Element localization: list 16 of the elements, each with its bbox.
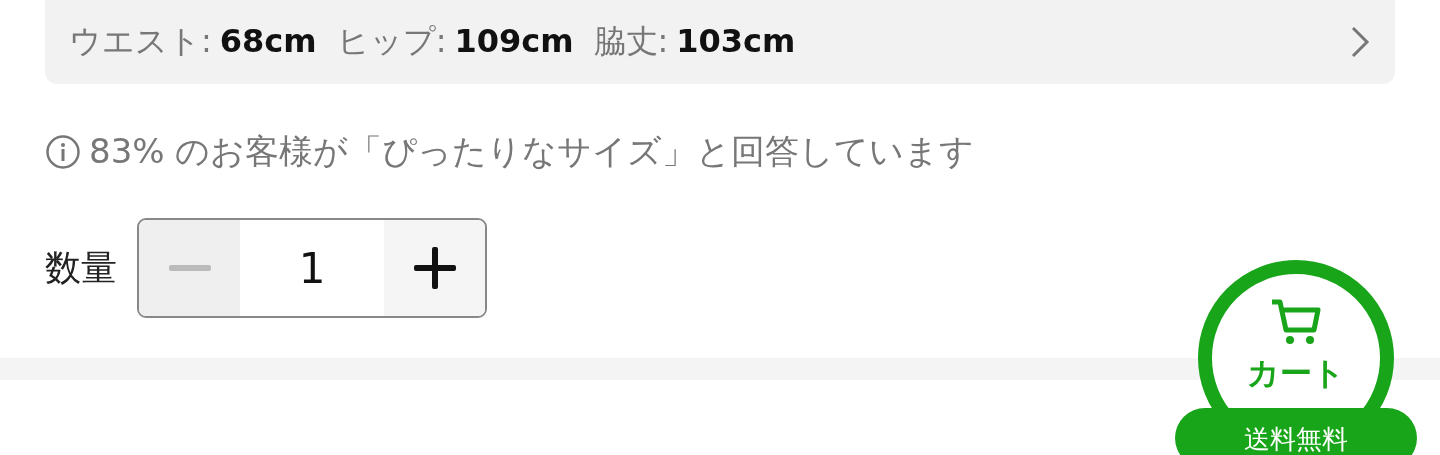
measure-value: 68cm <box>219 22 317 60</box>
info-icon <box>45 134 81 170</box>
measure-label: 脇丈: <box>593 22 669 60</box>
minus-icon <box>168 265 211 271</box>
measure-label: ヒップ: <box>336 22 447 60</box>
free-shipping-badge: 送料無料 <box>1175 408 1417 455</box>
quantity-label: 数量 <box>45 245 117 290</box>
increase-button[interactable] <box>384 220 485 316</box>
size-summary-bar[interactable]: ウエスト: 68cm ヒップ: 109cm 脇丈: 103cm <box>45 0 1395 84</box>
cart-icon <box>1270 298 1322 346</box>
plus-icon <box>413 247 456 289</box>
measure-label: ウエスト: <box>69 22 212 60</box>
measure-value: 103cm <box>676 22 796 60</box>
chevron-right-icon <box>1349 24 1371 60</box>
fit-note-text: 83% のお客様が「ぴったりなサイズ」と回答しています <box>89 130 975 173</box>
measure-value: 109cm <box>454 22 574 60</box>
